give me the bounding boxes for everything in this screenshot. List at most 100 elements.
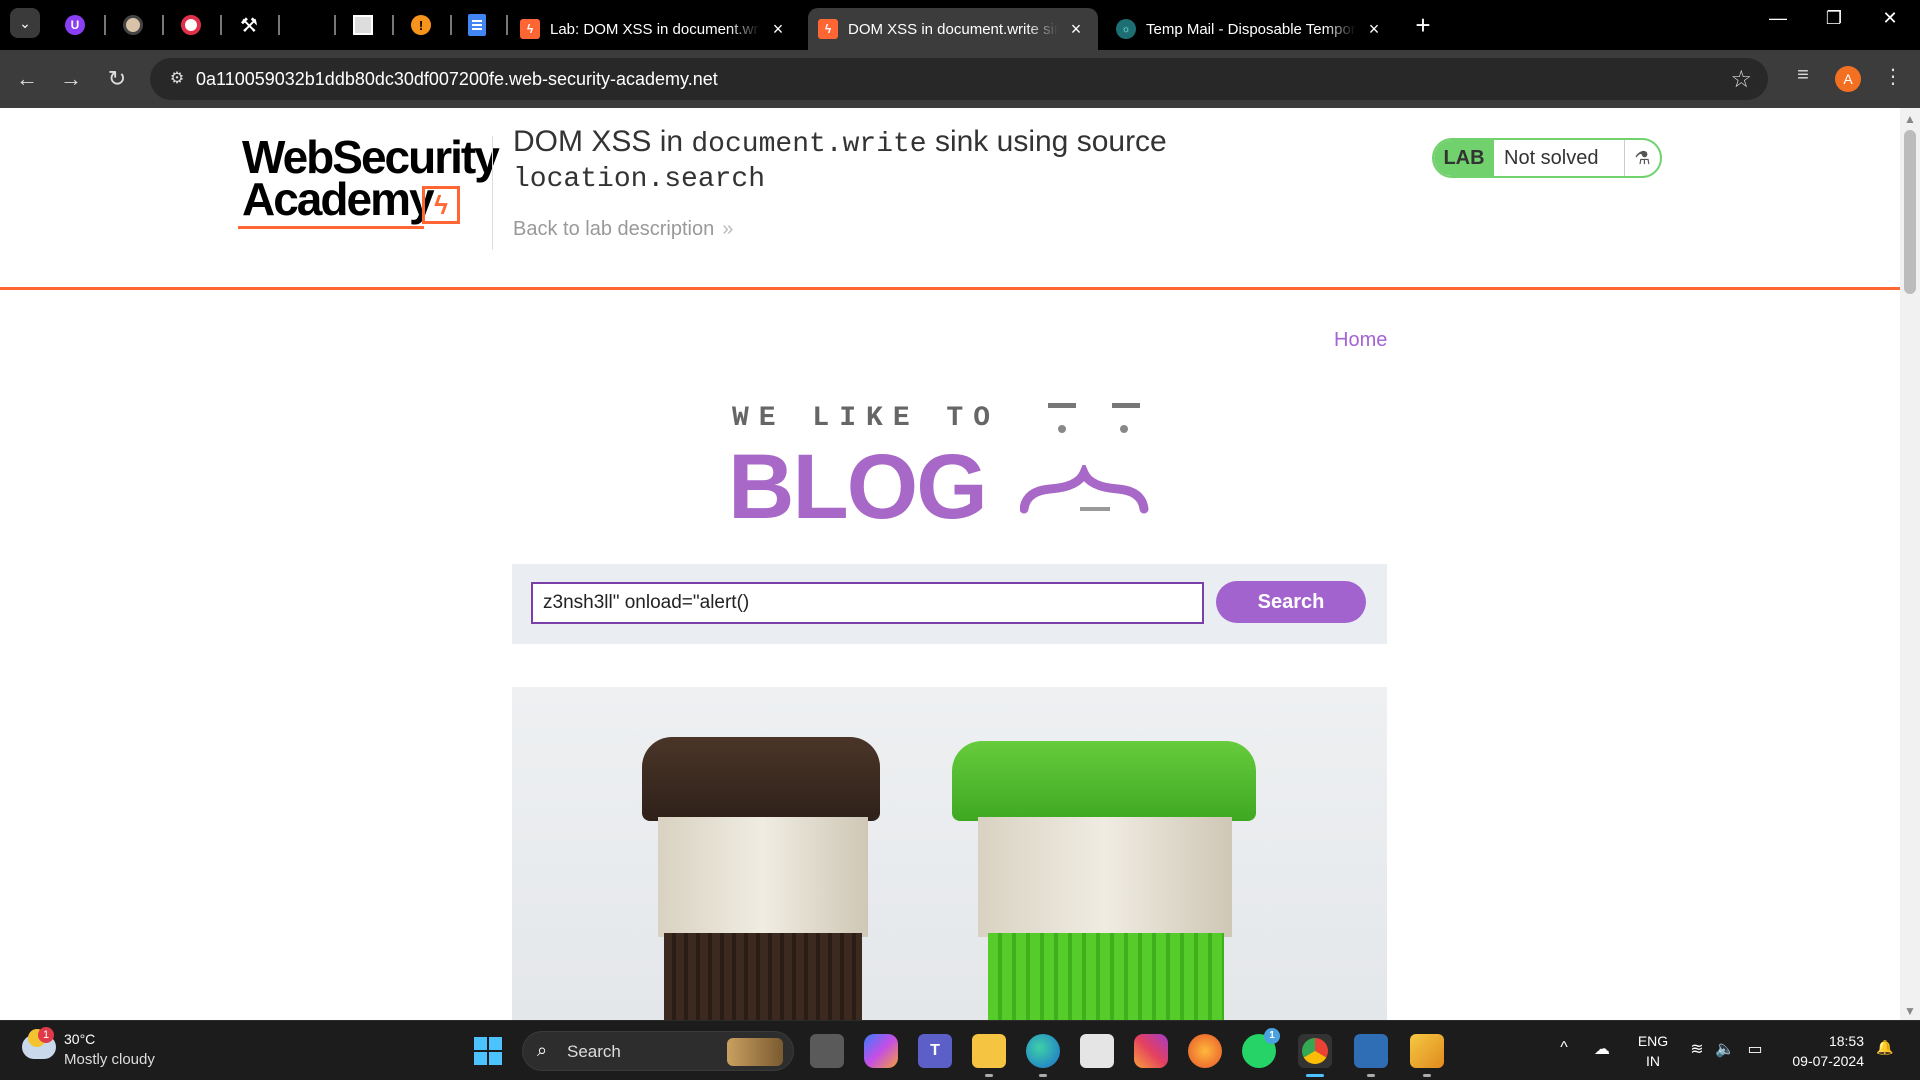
forward-button[interactable]: → [56, 64, 86, 94]
tab-temp-mail[interactable]: ☼ Temp Mail - Disposable Temporary × [1106, 8, 1396, 50]
lightning-bolt-icon: ϟ [422, 186, 460, 224]
tab-lab-instance[interactable]: ϟ DOM XSS in document.write sink × [808, 8, 1098, 50]
blog-logo-wordmark: BLOG [728, 436, 988, 538]
tab-title: Temp Mail - Disposable Temporary [1146, 20, 1356, 38]
start-button[interactable] [474, 1037, 502, 1065]
tempmail-icon: ☼ [1116, 19, 1136, 39]
browser-tab-strip: ⌄ U ⚒ ! ϟ Lab: DOM XSS in document.write… [0, 0, 1920, 50]
onedrive-icon[interactable]: ☁ [1590, 1039, 1614, 1059]
instagram-icon[interactable] [1134, 1034, 1168, 1068]
whatsapp-icon[interactable]: 1 [1242, 1028, 1280, 1068]
restore-button[interactable]: ❐ [1814, 8, 1854, 29]
notification-bell-icon[interactable]: 🔔 [1874, 1039, 1896, 1056]
reload-button[interactable]: ↻ [102, 64, 132, 94]
edge-icon[interactable] [1026, 1034, 1060, 1077]
virtualbox-icon[interactable] [1354, 1034, 1388, 1077]
task-view-icon[interactable] [810, 1034, 844, 1068]
ninja-icon [123, 15, 143, 35]
page-viewport: WebSecurity Academy ϟ DOM XSS in documen… [0, 108, 1900, 1020]
pinned-tab-box[interactable] [348, 10, 378, 40]
tab-separator [334, 15, 336, 35]
browser-toolbar: ← → ↻ ⚙ 0a110059032b1ddb80dc30df007200fe… [0, 50, 1920, 108]
ms-store-icon[interactable] [1080, 1034, 1114, 1068]
wifi-icon[interactable]: ≋ [1686, 1039, 1708, 1059]
tab-search-button[interactable]: ⌄ [10, 8, 40, 38]
close-icon[interactable]: × [1362, 19, 1386, 40]
windows-logo-icon [489, 1037, 502, 1050]
close-icon[interactable]: × [766, 19, 790, 40]
reload-icon: ↻ [107, 66, 127, 91]
profile-avatar[interactable]: A [1835, 66, 1861, 92]
arrow-left-icon: ← [16, 66, 38, 91]
blog-post-image[interactable] [512, 687, 1387, 1020]
language-line1: ENG [1637, 1033, 1669, 1049]
taskbar-search[interactable]: ⌕ Search [522, 1031, 794, 1071]
minimize-button[interactable]: — [1758, 8, 1798, 29]
face-mouth [1080, 507, 1110, 511]
media-control-icon[interactable]: ≡ [1788, 64, 1818, 87]
close-icon: ✕ [1882, 8, 1898, 28]
tray-overflow-icon[interactable]: ^ [1554, 1039, 1574, 1057]
header-separator [0, 287, 1900, 290]
address-bar[interactable]: ⚙ 0a110059032b1ddb80dc30df007200fe.web-s… [150, 58, 1768, 100]
scroll-up-icon[interactable]: ▲ [1904, 112, 1916, 126]
url-text[interactable]: 0a110059032b1ddb80dc30df007200fe.web-sec… [196, 69, 718, 90]
vertical-scrollbar[interactable]: ▲ ▼ [1900, 108, 1920, 1020]
tab-separator [506, 15, 508, 35]
bookmark-star-icon[interactable]: ☆ [1730, 65, 1752, 94]
weather-badge: 1 [38, 1027, 54, 1043]
pinned-tab-google-docs[interactable] [462, 10, 492, 40]
search-highlight-image [727, 1038, 783, 1066]
tab-separator [104, 15, 106, 35]
restore-icon: ❐ [1825, 8, 1843, 28]
back-to-lab-description-link[interactable]: Back to lab description » [513, 218, 733, 241]
teams-icon[interactable]: T [918, 1034, 952, 1068]
tab-title: Lab: DOM XSS in document.write [550, 20, 760, 38]
firefox-icon[interactable] [1188, 1034, 1222, 1068]
blog-logo: WE LIKE TO BLOG [728, 403, 1188, 543]
site-info-icon[interactable]: ⚙ [166, 68, 188, 90]
copilot-icon[interactable] [864, 1034, 898, 1068]
new-tab-button[interactable]: + [1408, 10, 1438, 41]
pinned-tab-tool[interactable]: ⚒ [234, 10, 264, 40]
browser-menu-icon[interactable]: ⋮ [1878, 64, 1908, 89]
orange-info-icon: ! [411, 15, 431, 35]
window-close-button[interactable]: ✕ [1870, 8, 1910, 29]
windows-logo-icon [489, 1052, 502, 1065]
back-button[interactable]: ← [12, 64, 42, 94]
tab-separator [392, 15, 394, 35]
lab-title-middle: sink using source [926, 125, 1167, 158]
portswigger-icon: ϟ [818, 19, 838, 39]
search-input[interactable] [531, 582, 1204, 624]
web-security-academy-logo[interactable]: WebSecurity Academy ϟ [238, 134, 500, 234]
back-link-label: Back to lab description [513, 218, 715, 240]
pinned-tab-ninja[interactable] [118, 10, 148, 40]
search-panel: Search [512, 564, 1387, 644]
search-icon: ⌕ [537, 1040, 548, 1060]
pinned-tab-purple-shield[interactable]: U [60, 10, 90, 40]
whatsapp-badge: 1 [1264, 1028, 1280, 1044]
search-button[interactable]: Search [1216, 581, 1366, 623]
google-docs-icon [468, 14, 486, 36]
battery-icon[interactable]: ▭ [1744, 1039, 1766, 1059]
scroll-down-icon[interactable]: ▼ [1904, 1004, 1916, 1018]
face-brow-right [1112, 403, 1140, 408]
language-line2: IN [1646, 1053, 1660, 1069]
close-icon[interactable]: × [1064, 19, 1088, 40]
language-indicator[interactable]: ENG IN [1636, 1031, 1670, 1071]
file-explorer-icon[interactable] [972, 1034, 1006, 1077]
burp-icon[interactable] [1410, 1034, 1444, 1077]
tab-separator [220, 15, 222, 35]
volume-icon[interactable]: 🔈 [1714, 1039, 1736, 1059]
chrome-icon[interactable] [1298, 1034, 1332, 1077]
tab-lab-description[interactable]: ϟ Lab: DOM XSS in document.write × [510, 8, 800, 50]
windows-taskbar: 1 30°C Mostly cloudy ⌕ Search T 1 ^ ☁ EN… [0, 1020, 1920, 1080]
pinned-tab-orange-info[interactable]: ! [406, 10, 436, 40]
flask-icon: ⚗ [1624, 140, 1660, 176]
system-clock[interactable]: 18:53 09-07-2024 [1780, 1031, 1864, 1071]
pinned-tab-red-circle[interactable] [176, 10, 206, 40]
home-link[interactable]: Home [1334, 329, 1387, 352]
minimize-icon: — [1769, 8, 1787, 28]
taskbar-search-label: Search [567, 1042, 621, 1061]
scroll-thumb[interactable] [1904, 130, 1916, 294]
